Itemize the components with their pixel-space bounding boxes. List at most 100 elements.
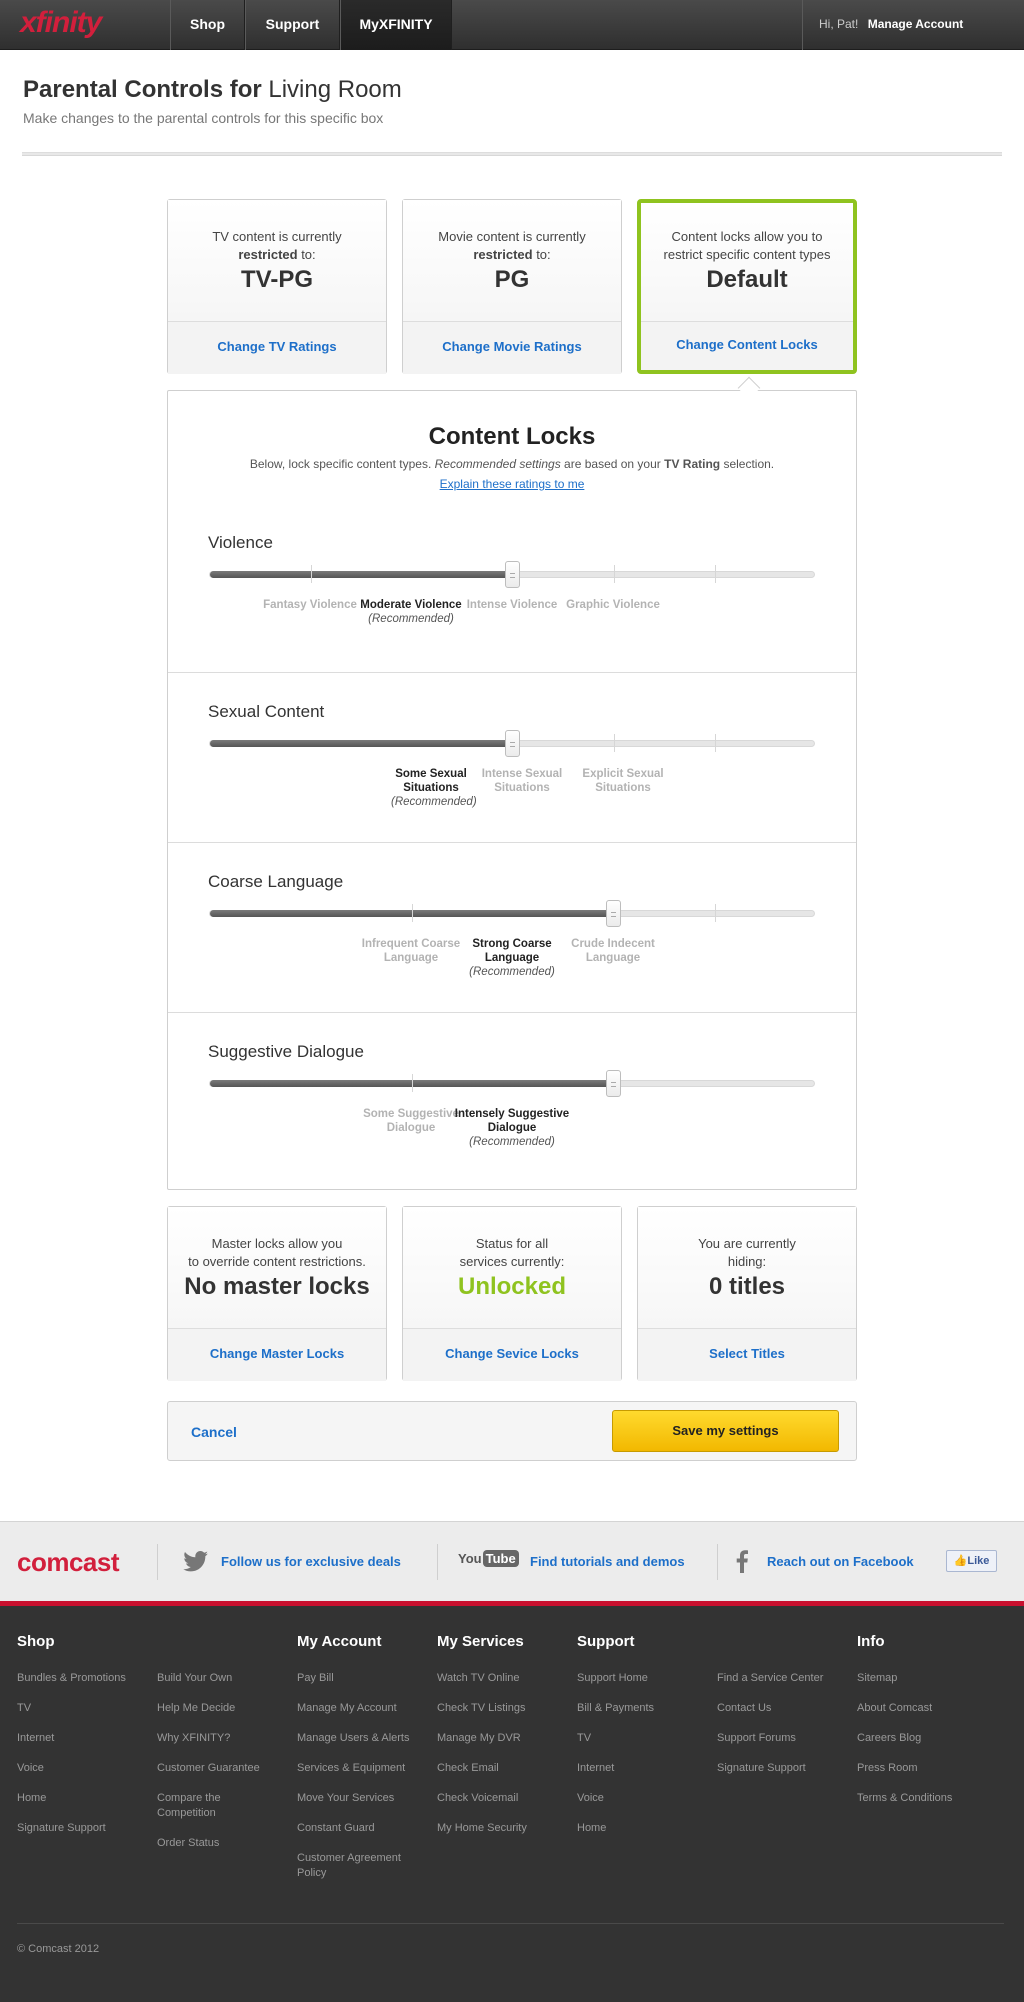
footer-link[interactable]: Bundles & Promotions xyxy=(17,1671,126,1686)
footer-link[interactable]: Pay Bill xyxy=(297,1671,334,1686)
footer-link[interactable]: Internet xyxy=(17,1731,54,1746)
change-movie-ratings-button[interactable]: Change Movie Ratings xyxy=(403,322,621,374)
slider-tick xyxy=(412,904,413,922)
page-subtitle: Make changes to the parental controls fo… xyxy=(23,110,384,126)
footer-link[interactable]: TV xyxy=(577,1731,591,1746)
violence-slider-track[interactable] xyxy=(209,561,815,588)
suggestive-dialogue-slider-track[interactable] xyxy=(209,1070,815,1097)
facebook-like-button[interactable]: 👍Like xyxy=(946,1550,997,1572)
coarse-language-slider-track[interactable] xyxy=(209,900,815,927)
action-bar: Cancel Save my settings xyxy=(167,1401,857,1461)
thumbs-up-icon: 👍 xyxy=(953,1555,968,1567)
footer-link[interactable]: Check TV Listings xyxy=(437,1701,525,1716)
footer-link[interactable]: Compare the Competition xyxy=(157,1791,247,1821)
level-intensely-suggestive-dialogue[interactable]: Intensely Suggestive Dialogue (Recommend… xyxy=(442,1107,582,1149)
tv-rating-value: TV-PG xyxy=(240,266,313,293)
footer-link[interactable]: Terms & Conditions xyxy=(857,1791,952,1806)
recommended-label: (Recommended) xyxy=(469,966,555,978)
footer-link[interactable]: Contact Us xyxy=(717,1701,771,1716)
level-intense-sexual-situations[interactable]: Intense Sexual Situations xyxy=(472,767,572,795)
footer-link[interactable]: Order Status xyxy=(157,1836,219,1851)
footer-link[interactable]: Home xyxy=(17,1791,46,1806)
greeting: Hi, Pat! xyxy=(819,17,859,31)
footer-heading-support: Support xyxy=(577,1633,635,1650)
nav-shop[interactable]: Shop xyxy=(170,0,245,50)
footer-link[interactable]: Customer Agreement Policy xyxy=(297,1851,417,1881)
footer-link[interactable]: My Home Security xyxy=(437,1821,527,1836)
footer-divider xyxy=(17,1923,1004,1924)
footer-link[interactable]: Manage My Account xyxy=(297,1701,397,1716)
footer-link[interactable]: Build Your Own xyxy=(157,1671,232,1686)
level-graphic-violence[interactable]: Graphic Violence xyxy=(553,598,673,612)
footer-link[interactable]: Signature Support xyxy=(717,1761,806,1776)
level-strong-coarse-language[interactable]: Strong Coarse Language (Recommended) xyxy=(452,937,572,979)
violence-slider-handle[interactable] xyxy=(505,561,520,588)
header-divider xyxy=(22,152,1002,156)
change-tv-ratings-button[interactable]: Change TV Ratings xyxy=(168,322,386,374)
footer-link[interactable]: Why XFINITY? xyxy=(157,1731,230,1746)
footer-link[interactable]: Sitemap xyxy=(857,1671,897,1686)
recommended-label: (Recommended) xyxy=(469,1136,555,1148)
nav-support[interactable]: Support xyxy=(245,0,340,50)
divider xyxy=(717,1544,718,1580)
facebook-icon[interactable] xyxy=(736,1550,748,1573)
comcast-logo[interactable]: comcast xyxy=(17,1547,120,1578)
footer-link[interactable]: Watch TV Online xyxy=(437,1671,520,1686)
card-text: to override content restrictions. xyxy=(188,1254,366,1269)
facebook-link[interactable]: Reach out on Facebook xyxy=(767,1554,914,1569)
footer-link[interactable]: Voice xyxy=(577,1791,604,1806)
sexual-content-slider-handle[interactable] xyxy=(505,730,520,757)
footer-link[interactable]: Customer Guarantee xyxy=(157,1761,260,1776)
movie-rating-value: PG xyxy=(494,266,530,293)
footer-link[interactable]: Signature Support xyxy=(17,1821,106,1836)
footer-link[interactable]: TV xyxy=(17,1701,31,1716)
footer-link[interactable]: Move Your Services xyxy=(297,1791,394,1806)
level-explicit-sexual-situations[interactable]: Explicit Sexual Situations xyxy=(573,767,673,795)
footer-link[interactable]: Find a Service Center xyxy=(717,1671,823,1686)
page-title-bold: Parental Controls for xyxy=(23,76,262,103)
footer-heading-info: Info xyxy=(857,1633,885,1650)
select-titles-button[interactable]: Select Titles xyxy=(638,1329,856,1381)
footer-link[interactable]: Manage Users & Alerts xyxy=(297,1731,410,1746)
footer-heading-shop: Shop xyxy=(17,1633,55,1650)
twitter-icon[interactable] xyxy=(183,1551,209,1572)
footer-link[interactable]: Check Email xyxy=(437,1761,499,1776)
cancel-button[interactable]: Cancel xyxy=(191,1424,237,1440)
manage-account-link[interactable]: Manage Account xyxy=(868,17,964,31)
violence-section: Violence Fantasy Violence Moderate Viole… xyxy=(168,391,856,672)
change-master-locks-button[interactable]: Change Master Locks xyxy=(168,1329,386,1381)
xfinity-logo[interactable]: xfinity xyxy=(20,6,102,40)
master-locks-card: Master locks allow you to override conte… xyxy=(167,1206,387,1381)
youtube-icon[interactable]: You Tube xyxy=(458,1550,519,1572)
footer-link[interactable]: Services & Equipment xyxy=(297,1761,405,1776)
page-title: Parental Controls for Living Room xyxy=(23,76,402,104)
change-content-locks-button[interactable]: Change Content Locks xyxy=(641,322,853,370)
sexual-content-slider-track[interactable] xyxy=(209,730,815,757)
footer-link[interactable]: About Comcast xyxy=(857,1701,932,1716)
level-some-sexual-situations[interactable]: Some Sexual Situations (Recommended) xyxy=(391,767,477,809)
level-crude-indecent-language[interactable]: Crude Indecent Language xyxy=(563,937,663,965)
footer-link[interactable]: Manage My DVR xyxy=(437,1731,521,1746)
footer-link[interactable]: Constant Guard xyxy=(297,1821,375,1836)
content-locks-panel: Content Locks Below, lock specific conte… xyxy=(167,390,857,1190)
footer-link[interactable]: Check Voicemail xyxy=(437,1791,518,1806)
footer-link[interactable]: Careers Blog xyxy=(857,1731,921,1746)
footer-link[interactable]: Bill & Payments xyxy=(577,1701,654,1716)
section-title: Coarse Language xyxy=(208,872,344,891)
footer-link[interactable]: Voice xyxy=(17,1761,44,1776)
footer-link[interactable]: Support Home xyxy=(577,1671,648,1686)
footer-link[interactable]: Press Room xyxy=(857,1761,918,1776)
slider-tick xyxy=(715,565,716,583)
footer-link[interactable]: Internet xyxy=(577,1761,614,1776)
twitter-link[interactable]: Follow us for exclusive deals xyxy=(221,1554,401,1569)
footer-link[interactable]: Help Me Decide xyxy=(157,1701,235,1716)
nav-myxfinity[interactable]: MyXFINITY xyxy=(340,0,452,50)
suggestive-dialogue-slider-handle[interactable] xyxy=(606,1070,621,1097)
footer-link[interactable]: Home xyxy=(577,1821,606,1836)
top-nav: xfinity Shop Support MyXFINITY Hi, Pat! … xyxy=(0,0,1024,50)
change-service-locks-button[interactable]: Change Sevice Locks xyxy=(403,1329,621,1381)
save-settings-button[interactable]: Save my settings xyxy=(612,1410,839,1452)
youtube-link[interactable]: Find tutorials and demos xyxy=(530,1554,685,1569)
footer-link[interactable]: Support Forums xyxy=(717,1731,796,1746)
coarse-language-slider-handle[interactable] xyxy=(606,900,621,927)
